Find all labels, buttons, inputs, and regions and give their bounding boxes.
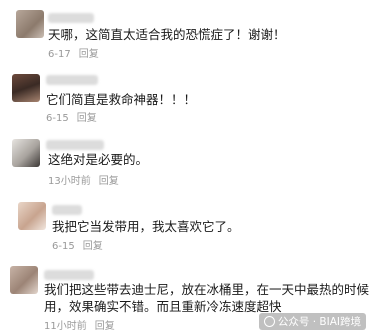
- comment-text-line1: 我们把这些带去迪士尼，放在冰桶里，在一天中最热的时候: [44, 282, 370, 297]
- reply-button[interactable]: 回复: [83, 241, 103, 252]
- comment-date: 13小时前: [48, 176, 91, 187]
- comment-text: 它们简直是救命神器！！！: [46, 92, 197, 107]
- comment-text: 我把它当发带用，我太喜欢它了。: [52, 219, 240, 234]
- comment-meta: 13小时前 回复: [48, 176, 119, 188]
- comment-date: 6-15: [52, 241, 75, 252]
- watermark-text: 公众号 · BIAI跨境: [277, 316, 361, 328]
- username[interactable]: [46, 75, 98, 85]
- reply-button[interactable]: 回复: [95, 321, 115, 332]
- comment-list: 天哪，这简直太适合我的恐慌症了！谢谢！ 6-17 回复 它们简直是救命神器！！！ …: [0, 0, 372, 335]
- avatar[interactable]: [18, 202, 46, 230]
- comment-date: 6-15: [46, 113, 69, 124]
- comment-meta: 6-15 回复: [52, 241, 103, 253]
- reply-button[interactable]: 回复: [99, 176, 119, 187]
- comment-meta: 6-17 回复: [48, 49, 99, 61]
- comment-text-line2: 用，效果确实不错。而且重新冷冻速度超快: [44, 299, 282, 314]
- wechat-icon: [263, 316, 275, 327]
- avatar[interactable]: [12, 139, 40, 167]
- reply-button[interactable]: 回复: [77, 113, 97, 124]
- avatar[interactable]: [12, 74, 40, 102]
- watermark: 公众号 · BIAI跨境: [258, 313, 366, 330]
- comment-meta: 11小时前 回复: [44, 321, 115, 333]
- comment-date: 6-17: [48, 49, 71, 60]
- comment-text: 这绝对是必要的。: [48, 152, 149, 167]
- avatar[interactable]: [10, 266, 38, 294]
- username[interactable]: [52, 205, 82, 215]
- comment-date: 11小时前: [44, 321, 87, 332]
- avatar[interactable]: [16, 10, 44, 38]
- comment-meta: 6-15 回复: [46, 113, 97, 125]
- username[interactable]: [48, 13, 94, 23]
- username[interactable]: [44, 270, 94, 280]
- reply-button[interactable]: 回复: [79, 49, 99, 60]
- comment-text: 天哪，这简直太适合我的恐慌症了！谢谢！: [48, 27, 286, 42]
- username[interactable]: [46, 140, 104, 150]
